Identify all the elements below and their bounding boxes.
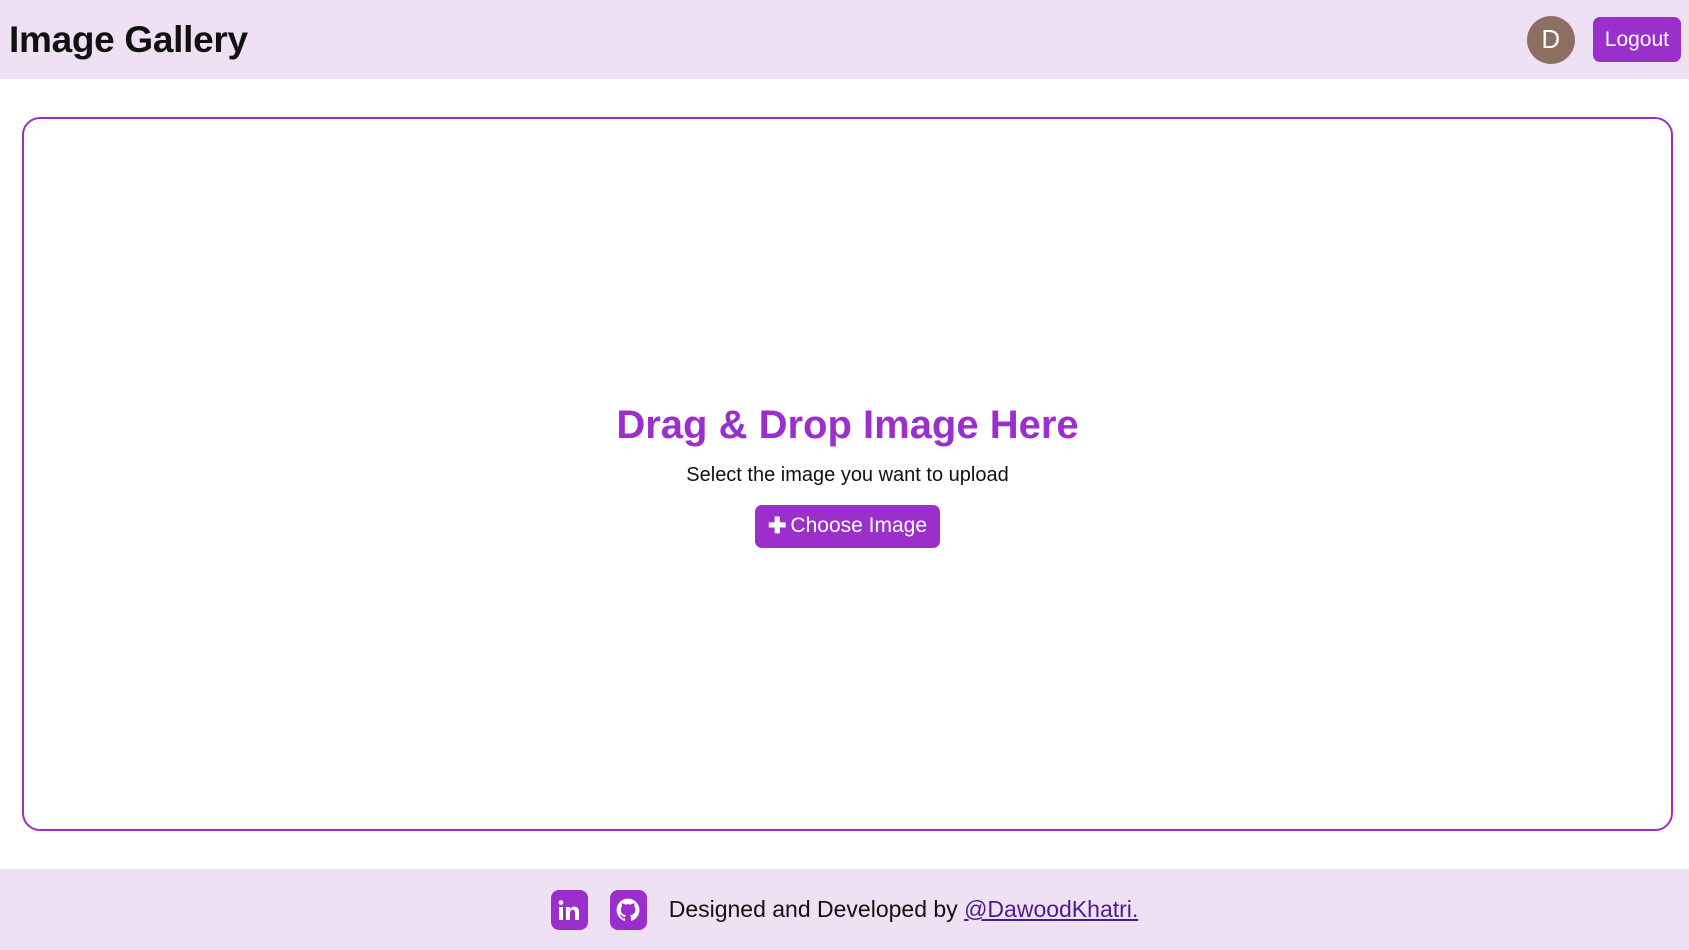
github-icon[interactable]	[609, 889, 647, 930]
app-header: Image Gallery D Logout	[0, 0, 1689, 79]
footer-credit: Designed and Developed by @DawoodKhatri.	[669, 896, 1139, 923]
plus-icon: ✚	[767, 513, 787, 538]
github-glyph	[616, 898, 640, 921]
dropzone-title: Drag & Drop Image Here	[616, 402, 1079, 447]
avatar[interactable]: D	[1526, 15, 1575, 64]
image-dropzone[interactable]: Drag & Drop Image Here Select the image …	[22, 117, 1673, 831]
linkedin-icon[interactable]	[550, 889, 588, 930]
linkedin-glyph	[558, 899, 580, 920]
choose-image-label: Choose Image	[790, 514, 928, 537]
app-title: Image Gallery	[9, 18, 248, 60]
footer: Designed and Developed by @DawoodKhatri.	[0, 869, 1689, 950]
header-actions: D Logout	[1526, 15, 1681, 64]
choose-image-button[interactable]: ✚ Choose Image	[754, 504, 941, 548]
logout-button[interactable]: Logout	[1592, 17, 1681, 62]
author-link[interactable]: @DawoodKhatri.	[964, 896, 1138, 922]
dropzone-subtitle: Select the image you want to upload	[686, 463, 1009, 486]
credit-prefix: Designed and Developed by	[668, 896, 958, 922]
